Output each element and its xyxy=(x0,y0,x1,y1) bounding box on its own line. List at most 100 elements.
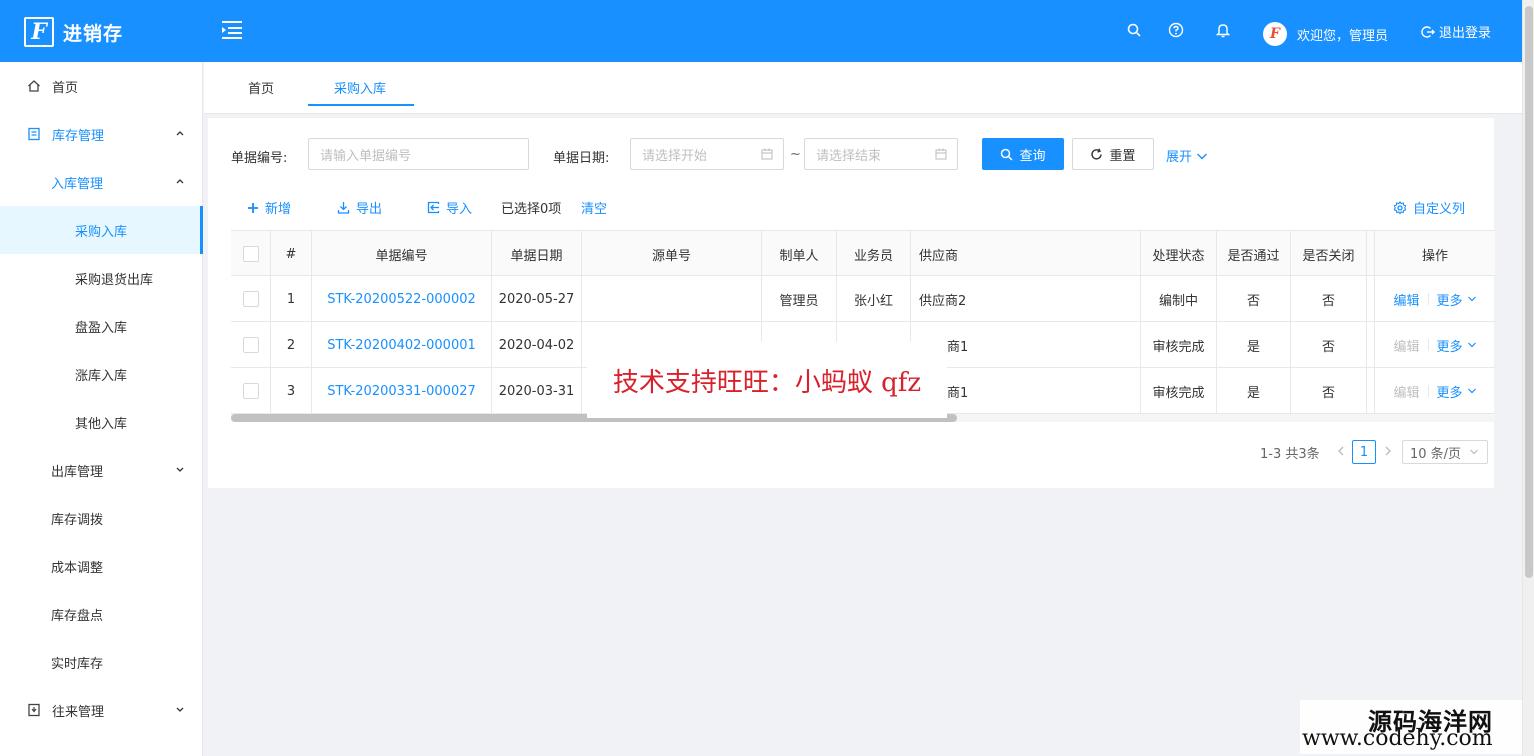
column-header[interactable]: 源单号 xyxy=(582,231,762,277)
welcome-text[interactable]: 欢迎您，管理员 xyxy=(1297,25,1388,44)
row-checkbox[interactable] xyxy=(242,337,259,353)
chevron-down-icon xyxy=(176,707,184,712)
row-checkbox-cell xyxy=(231,368,271,414)
sidebar-item-realtime-stock[interactable]: 实时库存 xyxy=(0,638,203,686)
reset-label: 重置 xyxy=(1109,148,1136,164)
bill-no-link[interactable]: STK-20200402-000001 xyxy=(312,322,492,368)
bill-no-link[interactable]: STK-20200331-000027 xyxy=(312,368,492,414)
next-page-icon[interactable] xyxy=(1383,445,1393,457)
reset-button[interactable]: 重置 xyxy=(1072,138,1154,170)
sidebar-item-purchase-in[interactable]: 采购入库 xyxy=(0,206,203,254)
more-label: 更多 xyxy=(1436,385,1463,401)
bell-icon[interactable] xyxy=(1215,22,1233,40)
column-header[interactable]: 处理状态 xyxy=(1141,231,1217,277)
row-checkbox[interactable] xyxy=(242,291,259,307)
sidebar-item-transfer[interactable]: 库存调拨 xyxy=(0,494,203,542)
end-date-picker[interactable]: 请选择结束 xyxy=(804,138,958,170)
expand-label: 展开 xyxy=(1166,150,1193,165)
edit-link[interactable]: 编辑 xyxy=(1393,290,1419,309)
column-header[interactable]: 是否关闭 xyxy=(1291,231,1367,277)
reload-icon xyxy=(1091,148,1103,160)
add-button[interactable]: 新增 xyxy=(247,198,291,217)
calendar-icon xyxy=(935,148,947,160)
sidebar-item-other-in[interactable]: 其他入库 xyxy=(0,398,203,446)
sidebar-item-label: 入库管理 xyxy=(51,176,104,192)
pagination-total: 1-3 共3条 xyxy=(1260,447,1320,462)
column-header[interactable]: 单据日期 xyxy=(492,231,582,277)
import-button[interactable]: 导入 xyxy=(427,198,472,217)
chevron-down-icon xyxy=(1470,449,1478,455)
sidebar-item-home[interactable]: 首页 xyxy=(0,62,203,110)
avatar[interactable]: F xyxy=(1263,22,1287,46)
closed-cell: 否 xyxy=(1291,276,1367,322)
row-index: 3 xyxy=(271,368,312,414)
bill-date-label: 单据日期: xyxy=(553,151,610,166)
selected-count: 已选择0项 xyxy=(501,202,562,217)
table-row[interactable]: 1 STK-20200522-000002 2020-05-27 管理员 张小红… xyxy=(231,276,1495,322)
question-icon[interactable] xyxy=(1168,22,1186,40)
sidebar-item-label: 库存管理 xyxy=(52,128,105,144)
column-header[interactable]: 业务员 xyxy=(837,231,911,277)
sidebar-item-label: 采购入库 xyxy=(75,224,128,240)
divider xyxy=(1427,385,1429,397)
prev-page-icon[interactable] xyxy=(1336,445,1346,457)
column-header: # xyxy=(271,231,312,277)
query-button[interactable]: 查询 xyxy=(982,138,1064,170)
more-dropdown[interactable]: 更多 xyxy=(1437,290,1477,309)
contacts-icon xyxy=(26,702,42,718)
table-header-row: # 单据编号 单据日期 源单号 制单人 业务员 供应商 处理状态 是否通过 是否… xyxy=(231,230,1495,277)
chevron-down-icon xyxy=(1467,296,1476,302)
chevron-up-icon xyxy=(176,179,184,184)
bill-date-cell: 2020-03-31 xyxy=(492,368,582,414)
brand[interactable]: F 进销存 xyxy=(24,17,123,47)
sidebar-item-purchase-return[interactable]: 采购退货出库 xyxy=(0,254,203,302)
start-date-picker[interactable]: 请选择开始 xyxy=(630,138,784,170)
sidebar-item-label: 库存盘点 xyxy=(51,608,104,624)
custom-columns-button[interactable]: 自定义列 xyxy=(1393,198,1465,217)
edit-link: 编辑 xyxy=(1393,339,1420,355)
export-button[interactable]: 导出 xyxy=(337,198,382,217)
passed-cell: 是 xyxy=(1217,322,1291,368)
more-dropdown[interactable]: 更多 xyxy=(1437,382,1477,401)
source-no-cell xyxy=(582,276,762,322)
home-icon xyxy=(26,78,42,94)
column-gap xyxy=(1367,368,1375,414)
tab-purchase-in[interactable]: 采购入库 xyxy=(334,78,386,97)
search-icon[interactable] xyxy=(1126,22,1144,40)
bill-no-input[interactable]: 请输入单据编号 xyxy=(308,138,529,170)
gear-icon xyxy=(1393,200,1407,215)
sidebar-item-inventory[interactable]: 库存管理 xyxy=(0,110,203,158)
sidebar-item-label: 首页 xyxy=(52,80,79,96)
page-scrollbar[interactable] xyxy=(1522,0,1534,756)
sidebar-item-cost-adjust[interactable]: 成本调整 xyxy=(0,542,203,590)
query-label: 查询 xyxy=(1019,148,1046,164)
row-checkbox[interactable] xyxy=(242,383,259,399)
sidebar-item-stocktake[interactable]: 库存盘点 xyxy=(0,590,203,638)
page-1-button[interactable]: 1 xyxy=(1352,440,1376,464)
clear-selection-link[interactable]: 清空 xyxy=(581,198,607,217)
page-size-select[interactable]: 10 条/页 xyxy=(1402,440,1488,464)
menu-fold-icon[interactable] xyxy=(220,19,244,41)
status-cell: 审核完成 xyxy=(1141,322,1217,368)
tab-home[interactable]: 首页 xyxy=(248,78,274,97)
sidebar-item-stock-in[interactable]: 入库管理 xyxy=(0,158,203,206)
sidebar-item-surplus-in[interactable]: 盘盈入库 xyxy=(0,302,203,350)
scrollbar-thumb[interactable] xyxy=(1525,6,1533,578)
sidebar-item-contacts[interactable]: 往来管理 xyxy=(0,686,203,734)
column-header[interactable]: 是否通过 xyxy=(1217,231,1291,277)
salesperson-cell: 张小红 xyxy=(837,276,911,322)
sidebar-item-gain-in[interactable]: 涨库入库 xyxy=(0,350,203,398)
column-header[interactable]: 单据编号 xyxy=(312,231,492,277)
sidebar-item-label: 实时库存 xyxy=(51,656,104,672)
logout-button[interactable]: 退出登录 xyxy=(1421,22,1491,41)
column-header[interactable]: 制单人 xyxy=(762,231,837,277)
bill-no-link[interactable]: STK-20200522-000002 xyxy=(312,276,492,322)
row-index: 1 xyxy=(271,276,312,322)
date-range-separator: ~ xyxy=(790,147,801,162)
select-all-checkbox[interactable] xyxy=(242,246,259,262)
expand-toggle[interactable]: 展开 xyxy=(1166,146,1208,165)
watermark-text: 技术支持旺旺：小蚂蚁 qfz xyxy=(612,367,922,398)
column-header[interactable]: 供应商 xyxy=(911,231,1141,277)
more-dropdown[interactable]: 更多 xyxy=(1437,336,1477,355)
sidebar-item-stock-out[interactable]: 出库管理 xyxy=(0,446,203,494)
